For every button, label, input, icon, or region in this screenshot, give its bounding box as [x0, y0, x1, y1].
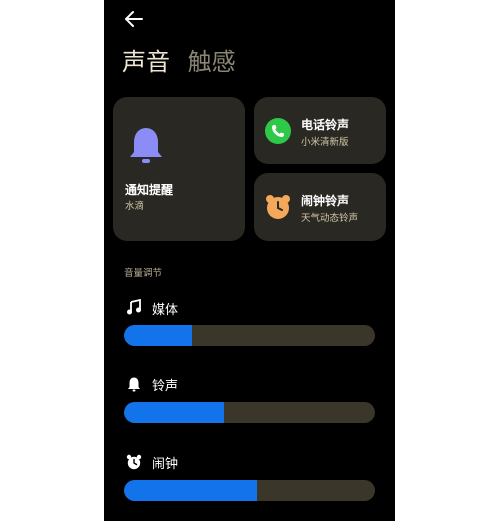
- phone-card-title: 电话铃声: [301, 118, 350, 132]
- ringer-volume-label: 铃声: [152, 379, 179, 394]
- alarm-ringtone-card[interactable]: 闹钟铃声 天气动态铃声: [254, 173, 386, 241]
- alarm-card-subtitle: 天气动态铃声: [301, 213, 359, 224]
- music-note-icon: [127, 299, 141, 315]
- notification-card-subtitle: 水滴: [125, 201, 145, 212]
- alarm-volume-label: 闹钟: [152, 457, 179, 472]
- tab-sound[interactable]: 声音: [122, 48, 170, 76]
- phone-ringtone-card[interactable]: 电话铃声 小米清新版: [254, 97, 386, 164]
- phone-icon: [265, 118, 291, 144]
- phone-card-subtitle: 小米清新版: [301, 137, 349, 148]
- back-button[interactable]: [122, 8, 146, 30]
- tab-haptics[interactable]: 触感: [188, 48, 236, 76]
- bell-icon: [128, 377, 140, 392]
- alarm-clock-icon: [126, 454, 142, 470]
- volume-section-label: 音量调节: [124, 268, 163, 279]
- ringer-volume-slider[interactable]: [124, 402, 375, 423]
- alarm-volume-fill: [124, 480, 258, 501]
- ringer-volume-fill: [124, 402, 225, 423]
- notification-card-title: 通知提醒: [125, 183, 174, 197]
- media-volume-slider[interactable]: [124, 325, 375, 346]
- sound-settings-screen: 声音 触感 通知提醒 水滴 电话铃声 小米清新版 闹钟铃声 天气动态铃声 音量调…: [104, 0, 395, 521]
- bell-icon: [130, 128, 162, 163]
- back-arrow-icon: [125, 11, 143, 27]
- alarm-volume-slider[interactable]: [124, 480, 375, 501]
- alarm-card-title: 闹钟铃声: [301, 194, 350, 208]
- notification-sound-card[interactable]: 通知提醒 水滴: [113, 97, 245, 241]
- tab-bar: 声音 触感: [122, 42, 236, 77]
- media-volume-label: 媒体: [152, 303, 179, 318]
- alarm-clock-icon: [266, 195, 290, 219]
- media-volume-fill: [124, 325, 192, 346]
